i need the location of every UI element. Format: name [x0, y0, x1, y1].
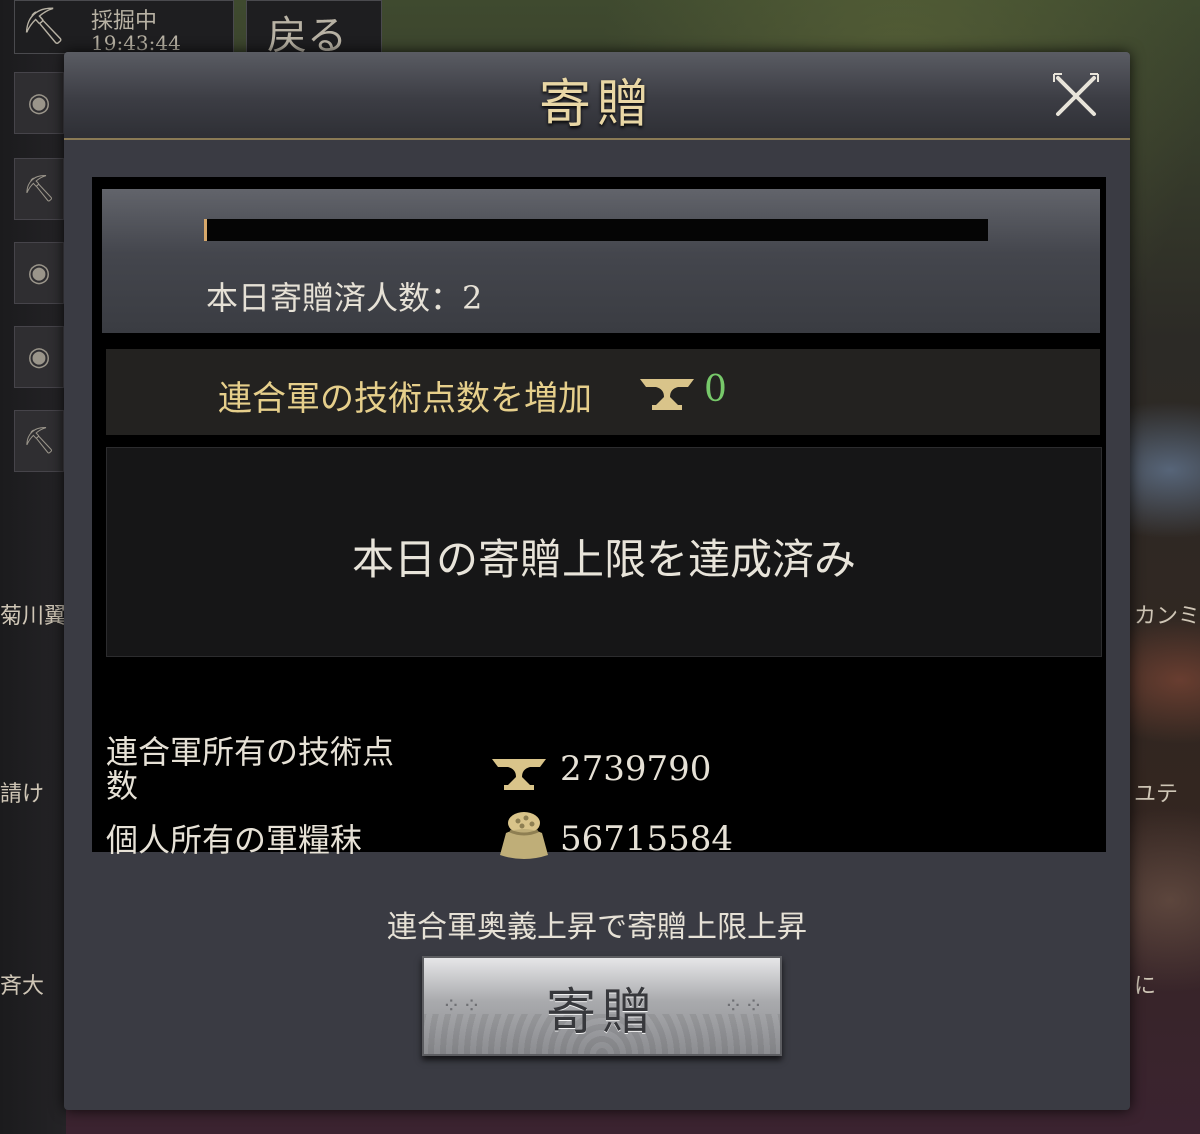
- bg-player-name-1: 菊川翼: [0, 604, 66, 629]
- bg-player-name-2: 請け: [0, 782, 45, 807]
- close-icon: [1053, 73, 1099, 116]
- anvil-icon: [492, 759, 546, 790]
- donation-limit-hint: 連合軍奥義上昇で寄贈上限上昇: [387, 910, 807, 945]
- pickaxe-icon: ⛏: [21, 6, 67, 47]
- bonus-value: 0: [704, 369, 727, 410]
- bg-player-name-3: 斉大: [0, 974, 45, 999]
- alliance-tech-points-value: 2739790: [560, 749, 712, 789]
- dialog-header: 寄贈: [64, 52, 1130, 140]
- bonus-label: 連合軍の技術点数を増加: [218, 379, 592, 419]
- personal-provisions-label: 個人所有の軍糧秣: [106, 821, 363, 859]
- donation-progress-bar: [204, 219, 988, 241]
- donation-progress-panel: 本日寄贈済人数：2: [102, 189, 1100, 333]
- side-slot-5[interactable]: ⛏: [14, 410, 64, 472]
- limit-reached-panel: 本日の寄贈上限を達成済み: [106, 447, 1102, 657]
- side-slot-1[interactable]: ◉: [14, 72, 64, 134]
- progress-fill: [204, 219, 208, 241]
- bg-player-name-4: カンミ: [1134, 604, 1200, 629]
- mining-status[interactable]: ⛏ 採掘中 19:43:44: [14, 0, 234, 55]
- limit-reached-message: 本日の寄贈上限を達成済み: [351, 535, 856, 584]
- tech-points-bonus-row: 連合軍の技術点数を増加 0: [106, 349, 1100, 435]
- anvil-icon: [640, 379, 694, 410]
- personal-provisions-value: 56715584: [560, 819, 734, 859]
- close-button[interactable]: [1050, 70, 1102, 122]
- grain-sack-icon: [500, 812, 548, 859]
- left-side-panel: ◉ ⛏ ◉ ◉ ⛏ 菊川翼 請け 斉大: [0, 0, 66, 1134]
- dialog-title: 寄贈: [538, 75, 655, 135]
- donate-button-label: 寄贈: [546, 983, 658, 1041]
- side-slot-2[interactable]: ⛏: [14, 158, 64, 220]
- bg-player-name-6: に: [1134, 974, 1157, 999]
- side-slot-3[interactable]: ◉: [14, 242, 64, 304]
- dialog-body: 本日寄贈済人数：2 連合軍の技術点数を増加 0 本日の寄贈上限を達成済み 連合軍…: [92, 177, 1106, 859]
- donate-dialog: 寄贈 本日寄贈済人数：2 連合軍の技術点数を増加 0 本日の寄贈上限を達成済み …: [64, 52, 1130, 1110]
- back-button[interactable]: 戻る: [246, 0, 382, 59]
- alliance-tech-points-label: 連合軍所有の技術点数: [106, 733, 395, 805]
- side-slot-4[interactable]: ◉: [14, 326, 64, 388]
- bg-player-name-5: ユテ: [1134, 782, 1179, 807]
- donate-button[interactable]: ⁘⁘ ⁘⁘ 寄贈: [422, 956, 782, 1056]
- donor-count: 本日寄贈済人数：2: [206, 279, 483, 317]
